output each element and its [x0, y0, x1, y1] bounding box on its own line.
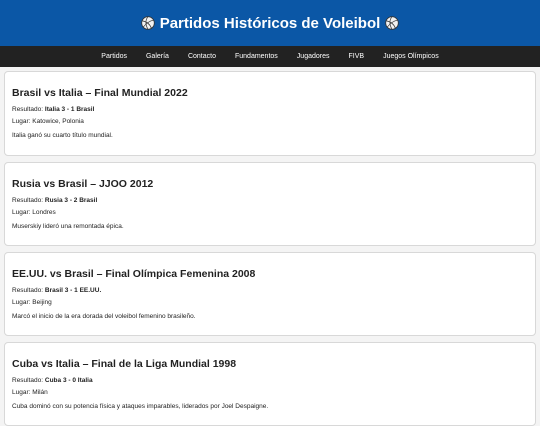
result-value: Brasil 3 - 1 EE.UU. — [44, 287, 102, 294]
place-value: Katowice, Polonia — [32, 118, 84, 125]
page-title: Partidos Históricos de Voleibol — [140, 14, 400, 32]
place-value: Londres — [32, 209, 56, 216]
match-title: Rusia vs Brasil – JJOO 2012 — [12, 178, 154, 190]
match-result: Resultado: Cuba 3 - 0 Italia — [12, 377, 528, 385]
result-label: Resultado: — [12, 106, 45, 113]
match-title: Cuba vs Italia – Final de la Liga Mundia… — [12, 358, 237, 370]
nav-link-jugadores[interactable]: Jugadores — [297, 53, 330, 60]
place-label: Lugar: — [12, 299, 33, 306]
match-description: Italia ganó su cuarto título mundial. — [12, 132, 113, 139]
nav-link-juegos-olimpicos[interactable]: Juegos Olímpicos — [383, 53, 439, 60]
place-value: Beijing — [32, 299, 52, 306]
main-nav: Partidos Galería Contacto Fundamentos Ju… — [0, 46, 540, 67]
volleyball-icon — [385, 16, 400, 30]
match-description: Cuba dominó con su potencia física y ata… — [12, 403, 269, 410]
match-result: Resultado: Rusia 3 - 2 Brasil — [12, 197, 528, 205]
match-place: Lugar: Katowice, Polonia — [12, 118, 528, 126]
match-card: Cuba vs Italia – Final de la Liga Mundia… — [4, 342, 536, 426]
match-card: Brasil vs Italia – Final Mundial 2022 Re… — [4, 71, 536, 156]
nav-link-fundamentos[interactable]: Fundamentos — [235, 53, 278, 60]
site-title: Partidos Históricos de Voleibol — [159, 14, 381, 32]
result-label: Resultado: — [12, 377, 45, 384]
volleyball-icon — [140, 16, 155, 30]
result-label: Resultado: — [12, 197, 45, 204]
place-value: Milán — [32, 389, 48, 396]
match-title: EE.UU. vs Brasil – Final Olímpica Femeni… — [12, 268, 256, 280]
nav-link-galeria[interactable]: Galería — [146, 53, 169, 60]
place-label: Lugar: — [12, 209, 33, 216]
match-card: EE.UU. vs Brasil – Final Olímpica Femeni… — [4, 252, 536, 336]
match-result: Resultado: Italia 3 - 1 Brasil — [12, 106, 528, 114]
match-description: Marcó el inicio de la era dorada del vol… — [12, 313, 196, 320]
result-value: Cuba 3 - 0 Italia — [44, 377, 93, 384]
match-place: Lugar: Londres — [12, 209, 528, 217]
nav-link-contacto[interactable]: Contacto — [188, 53, 216, 60]
place-label: Lugar: — [12, 118, 33, 125]
match-result: Resultado: Brasil 3 - 1 EE.UU. — [12, 287, 528, 295]
match-place: Lugar: Milán — [12, 389, 528, 397]
match-title: Brasil vs Italia – Final Mundial 2022 — [12, 87, 188, 99]
place-label: Lugar: — [12, 389, 33, 396]
result-label: Resultado: — [12, 287, 45, 294]
site-header: Partidos Históricos de Voleibol — [0, 0, 540, 46]
matches-list: Brasil vs Italia – Final Mundial 2022 Re… — [0, 67, 540, 426]
match-place: Lugar: Beijing — [12, 299, 528, 307]
match-description: Muserskiy lideró una remontada épica. — [12, 223, 124, 230]
result-value: Rusia 3 - 2 Brasil — [44, 197, 98, 204]
match-card: Rusia vs Brasil – JJOO 2012 Resultado: R… — [4, 162, 536, 246]
nav-link-partidos[interactable]: Partidos — [101, 53, 127, 60]
result-value: Italia 3 - 1 Brasil — [44, 106, 95, 113]
nav-link-fivb[interactable]: FIVB — [349, 53, 365, 60]
